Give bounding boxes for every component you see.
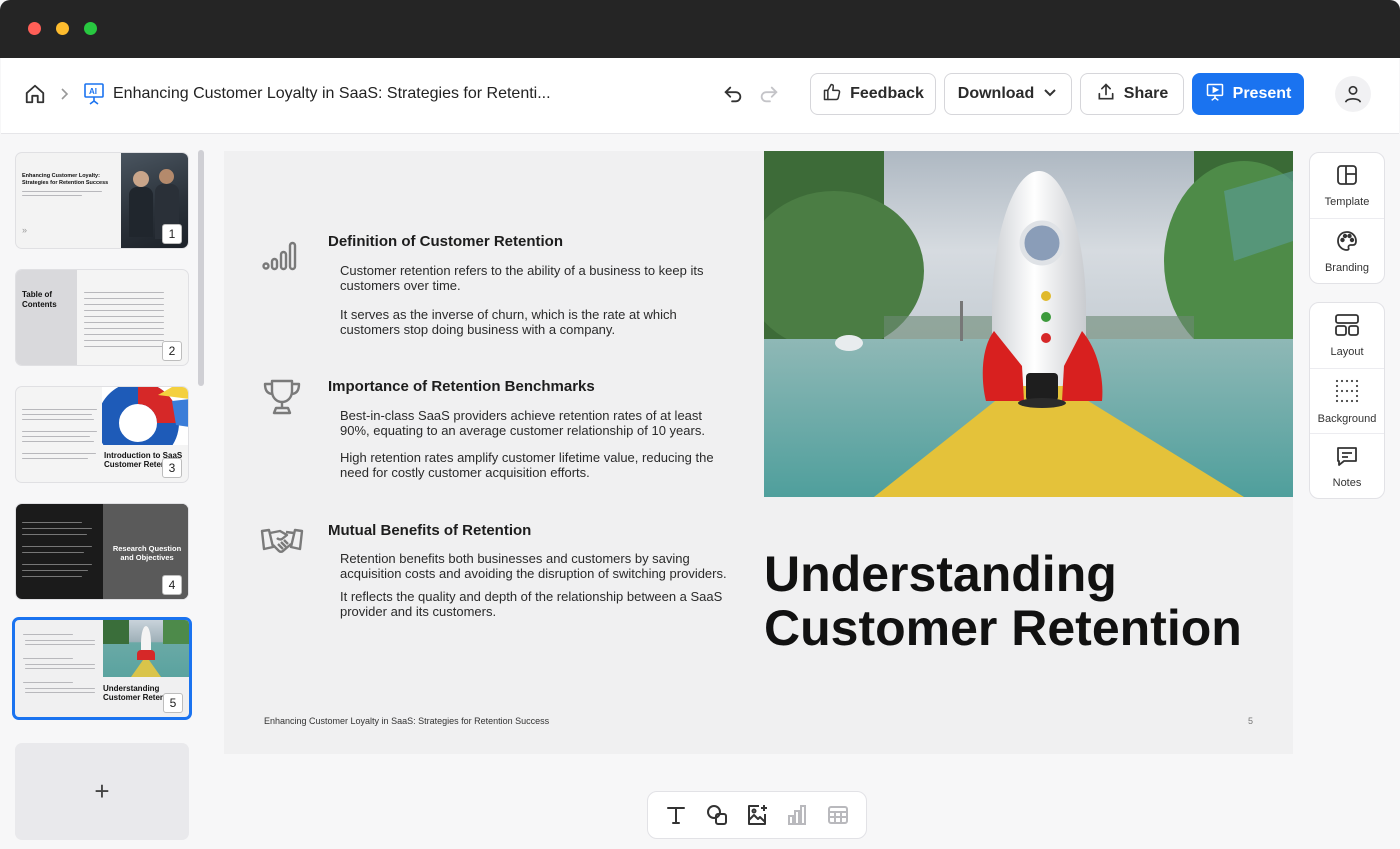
thumb-1-title: Enhancing Customer Loyalty: Strategies f… bbox=[22, 173, 109, 186]
palette-icon bbox=[1335, 229, 1359, 256]
add-slide-button[interactable]: + bbox=[15, 743, 189, 840]
home-icon[interactable] bbox=[23, 82, 47, 106]
maximize-window-button[interactable] bbox=[84, 22, 97, 35]
plus-icon: + bbox=[94, 776, 110, 806]
slide-number-badge: 4 bbox=[162, 575, 182, 595]
layout-icon bbox=[1334, 313, 1360, 340]
background-grid-icon bbox=[1334, 378, 1360, 407]
section-paragraph: Retention benefits both businesses and c… bbox=[340, 551, 727, 581]
section-heading: Importance of Retention Benchmarks bbox=[328, 378, 595, 395]
share-icon bbox=[1096, 82, 1116, 107]
background-tool-button[interactable]: Background bbox=[1310, 368, 1384, 433]
add-image-icon[interactable] bbox=[743, 801, 771, 829]
slide-thumbnail-3[interactable]: Introduction to SaaS Customer Retent 3 bbox=[15, 386, 189, 483]
chevron-down-icon bbox=[1042, 84, 1058, 105]
slide-number-badge: 5 bbox=[163, 693, 183, 713]
slide-thumbnail-5[interactable]: Understanding Customer Retent 5 bbox=[12, 617, 192, 720]
shapes-tool-icon[interactable] bbox=[703, 801, 731, 829]
slide-footer-text: Enhancing Customer Loyalty in SaaS: Stra… bbox=[264, 716, 550, 726]
branding-tool-button[interactable]: Branding bbox=[1310, 218, 1384, 283]
insert-toolbar bbox=[647, 791, 867, 839]
close-window-button[interactable] bbox=[28, 22, 41, 35]
svg-text:AI: AI bbox=[89, 87, 97, 96]
design-tools-panel: Template Branding bbox=[1309, 152, 1385, 284]
text-tool-icon[interactable] bbox=[662, 801, 690, 829]
section-heading: Definition of Customer Retention bbox=[328, 233, 563, 250]
thumb-5-photo bbox=[103, 620, 189, 677]
share-button[interactable]: Share bbox=[1080, 73, 1184, 115]
table-tool-icon[interactable] bbox=[824, 801, 852, 829]
section-paragraph: Best-in-class SaaS providers achieve ret… bbox=[340, 408, 705, 438]
layout-tools-panel: Layout Background Notes bbox=[1309, 302, 1385, 499]
chart-tool-icon[interactable] bbox=[783, 801, 811, 829]
background-label: Background bbox=[1317, 412, 1377, 425]
section-paragraph: High retention rates amplify customer li… bbox=[340, 450, 714, 480]
slide-page-number: 5 bbox=[1248, 716, 1254, 726]
present-icon bbox=[1205, 82, 1225, 107]
notes-icon bbox=[1335, 444, 1359, 471]
template-label: Template bbox=[1324, 196, 1370, 208]
section-paragraph: It reflects the quality and depth of the… bbox=[340, 589, 723, 619]
slide-thumbnail-2[interactable]: Table of Contents 2 bbox=[15, 269, 189, 366]
chevrons-icon: » bbox=[22, 225, 28, 235]
branding-label: Branding bbox=[1324, 261, 1370, 274]
slide-thumbnail-1[interactable]: Enhancing Customer Loyalty: Strategies f… bbox=[15, 152, 189, 249]
user-avatar[interactable] bbox=[1335, 76, 1371, 112]
redo-icon[interactable] bbox=[757, 82, 781, 106]
ai-presentation-icon: AI bbox=[81, 81, 107, 107]
handshake-icon bbox=[260, 521, 304, 561]
thumb-2-title: Table of Contents bbox=[22, 290, 57, 309]
slide-number-badge: 3 bbox=[162, 458, 182, 478]
undo-icon[interactable] bbox=[721, 82, 745, 106]
thumb-3-donut-chart bbox=[102, 387, 188, 445]
slide-canvas[interactable]: Definition of Customer Retention Custome… bbox=[224, 151, 1293, 754]
chevron-right-icon bbox=[57, 86, 71, 102]
slide-number-badge: 2 bbox=[162, 341, 182, 361]
layout-label: Layout bbox=[1330, 346, 1364, 358]
present-label: Present bbox=[1232, 85, 1292, 102]
notes-label: Notes bbox=[1332, 476, 1362, 489]
share-label: Share bbox=[1123, 85, 1169, 102]
slide-thumbnail-4[interactable]: Research Question and Objectives 4 bbox=[15, 503, 189, 600]
template-icon bbox=[1335, 163, 1359, 190]
signal-bars-icon bbox=[260, 233, 304, 273]
section-heading: Mutual Benefits of Retention bbox=[328, 522, 532, 539]
template-tool-button[interactable]: Template bbox=[1310, 153, 1384, 218]
slide-photo-rocket-toy[interactable] bbox=[764, 151, 1293, 497]
slide-number-badge: 1 bbox=[162, 224, 182, 244]
layout-tool-button[interactable]: Layout bbox=[1310, 303, 1384, 368]
section-paragraph: Customer retention refers to the ability… bbox=[340, 263, 704, 293]
feedback-button[interactable]: Feedback bbox=[810, 73, 936, 115]
download-label: Download bbox=[957, 85, 1035, 102]
notes-tool-button[interactable]: Notes bbox=[1310, 433, 1384, 498]
minimize-window-button[interactable] bbox=[56, 22, 69, 35]
window-titlebar bbox=[0, 0, 1400, 58]
document-title[interactable]: Enhancing Customer Loyalty in SaaS: Stra… bbox=[113, 85, 551, 103]
app-header: AI Enhancing Customer Loyalty in SaaS: S… bbox=[1, 58, 1399, 134]
download-button[interactable]: Download bbox=[944, 73, 1072, 115]
trophy-icon bbox=[260, 377, 304, 417]
feedback-label: Feedback bbox=[850, 85, 924, 102]
present-button[interactable]: Present bbox=[1192, 73, 1304, 115]
thumbnails-scrollbar[interactable] bbox=[198, 150, 204, 386]
thumb-4-title: Research Question and Objectives bbox=[112, 544, 182, 562]
section-paragraph: It serves as the inverse of churn, which… bbox=[340, 307, 677, 337]
slide-title[interactable]: Understanding Customer Retention bbox=[764, 547, 1284, 655]
thumbs-up-icon bbox=[822, 82, 842, 107]
